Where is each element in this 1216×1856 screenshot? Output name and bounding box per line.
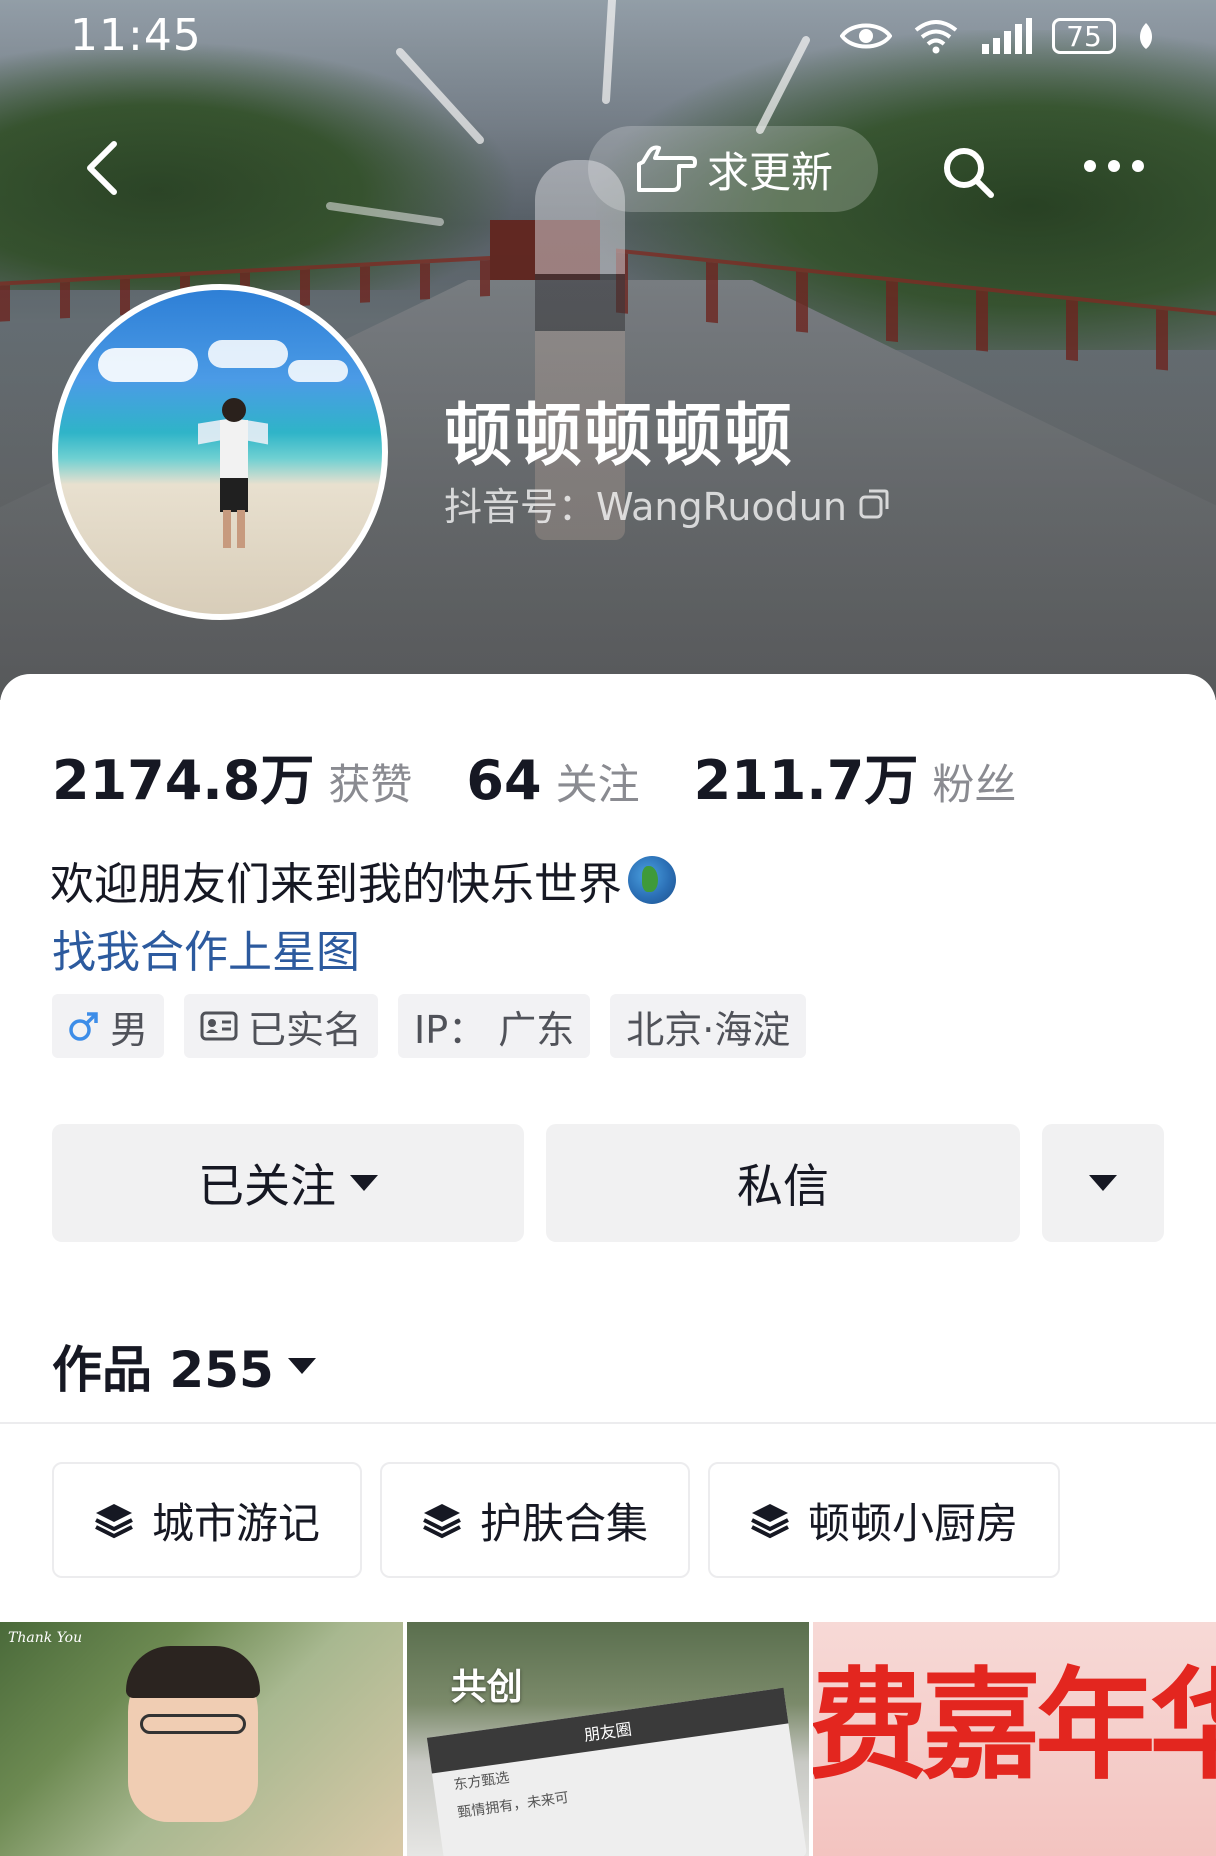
works-title: 作品 255 [52,1341,274,1399]
more-actions-button[interactable] [1042,1124,1164,1242]
search-icon [944,148,994,198]
video-grid: Thank You 共创 朋友圈 东方甄选 甄情拥有，未来可 费嘉年华 [0,1622,1216,1856]
video-thumbnail[interactable]: 费嘉年华 [813,1622,1216,1856]
wifi-icon [914,20,958,54]
eye-icon [840,23,892,49]
bio-text: 欢迎朋友们来到我的快乐世界 [50,859,622,910]
caret-down-icon [287,1358,316,1374]
status-time: 11:45 [70,10,202,61]
collection-skincare[interactable]: 护肤合集 [380,1462,691,1578]
douyin-id: 抖音号：WangRuodun [444,485,847,529]
likes-count: 2174.8万 [52,749,315,812]
caret-down-icon [1089,1175,1117,1191]
leaf-icon [1140,23,1152,49]
id-card-icon [200,1011,238,1041]
globe-icon [628,856,676,904]
likes-label: 获赞 [328,760,413,809]
signal-icon [982,18,1032,54]
search-button[interactable] [940,144,996,200]
follow-label: 已关注 [198,1159,336,1213]
back-button[interactable] [72,138,132,198]
following-label: 关注 [555,760,640,809]
stats-row: 2174.8万 获赞 64 关注 211.7万 粉丝 [52,736,1070,815]
avatar[interactable] [52,284,388,620]
tag-location: 北京·海淀 [610,994,807,1058]
layers-icon [751,1504,789,1539]
status-icons: 75 [840,14,1156,58]
tag-ip: IP： 广东 [398,994,591,1058]
message-button[interactable]: 私信 [546,1124,1020,1242]
follow-button[interactable]: 已关注 [52,1124,524,1242]
douyin-id-row[interactable]: 抖音号：WangRuodun [444,476,891,531]
collections-row: 城市游记 护肤合集 顿顿小厨房 [52,1462,1061,1578]
collab-link[interactable]: 找我合作上星图 [52,916,360,980]
collection-label: 城市游记 [152,1498,321,1548]
co-create-badge: 共创 [450,1667,523,1708]
thumb-point-icon [636,145,697,192]
male-icon [69,1012,98,1041]
copy-icon[interactable] [857,487,891,521]
battery-indicator: 75 [1052,18,1116,54]
nickname: 顿顿顿顿顿 [444,397,795,476]
layers-icon [95,1504,133,1539]
stat-likes: 2174.8万 获赞 [52,736,412,815]
tag-verified: 已实名 [184,994,379,1058]
profile-tags: 男 已实名 IP： 广东 北京·海淀 [52,994,807,1058]
stat-following[interactable]: 64 关注 [466,749,639,812]
tag-verified-label: 已实名 [248,1007,363,1052]
video-thumbnail[interactable]: Thank You [0,1622,403,1856]
video-thumbnail[interactable]: 共创 朋友圈 东方甄选 甄情拥有，未来可 [406,1622,810,1856]
message-label: 私信 [737,1159,829,1213]
tag-gender-label: 男 [110,1007,149,1052]
request-update-label: 求更新 [706,147,833,197]
more-dots-icon [1084,160,1144,172]
followers-count: 211.7万 [693,749,919,812]
request-update-button[interactable]: 求更新 [588,126,878,212]
banner-text: 费嘉年华 [813,1655,1216,1796]
tag-ip-label: IP： 广东 [414,1007,575,1052]
layers-icon [423,1504,461,1539]
collection-city-travel[interactable]: 城市游记 [52,1462,363,1578]
collection-label: 顿顿小厨房 [808,1498,1019,1548]
bio: 欢迎朋友们来到我的快乐世界 [50,848,676,912]
divider [0,1422,1216,1424]
collection-kitchen[interactable]: 顿顿小厨房 [708,1462,1061,1578]
video-caption: Thank You [8,1630,83,1646]
tag-location-label: 北京·海淀 [626,1007,791,1052]
followers-label: 粉丝 [932,760,1017,809]
collection-label: 护肤合集 [480,1498,649,1548]
following-count: 64 [466,749,542,812]
chevron-left-icon [87,141,117,195]
stat-followers[interactable]: 211.7万 粉丝 [694,736,1017,815]
caret-down-icon [350,1175,378,1191]
tag-gender: 男 [52,994,165,1058]
works-tab[interactable]: 作品 255 [52,1330,316,1402]
more-options-button[interactable] [1082,156,1146,196]
